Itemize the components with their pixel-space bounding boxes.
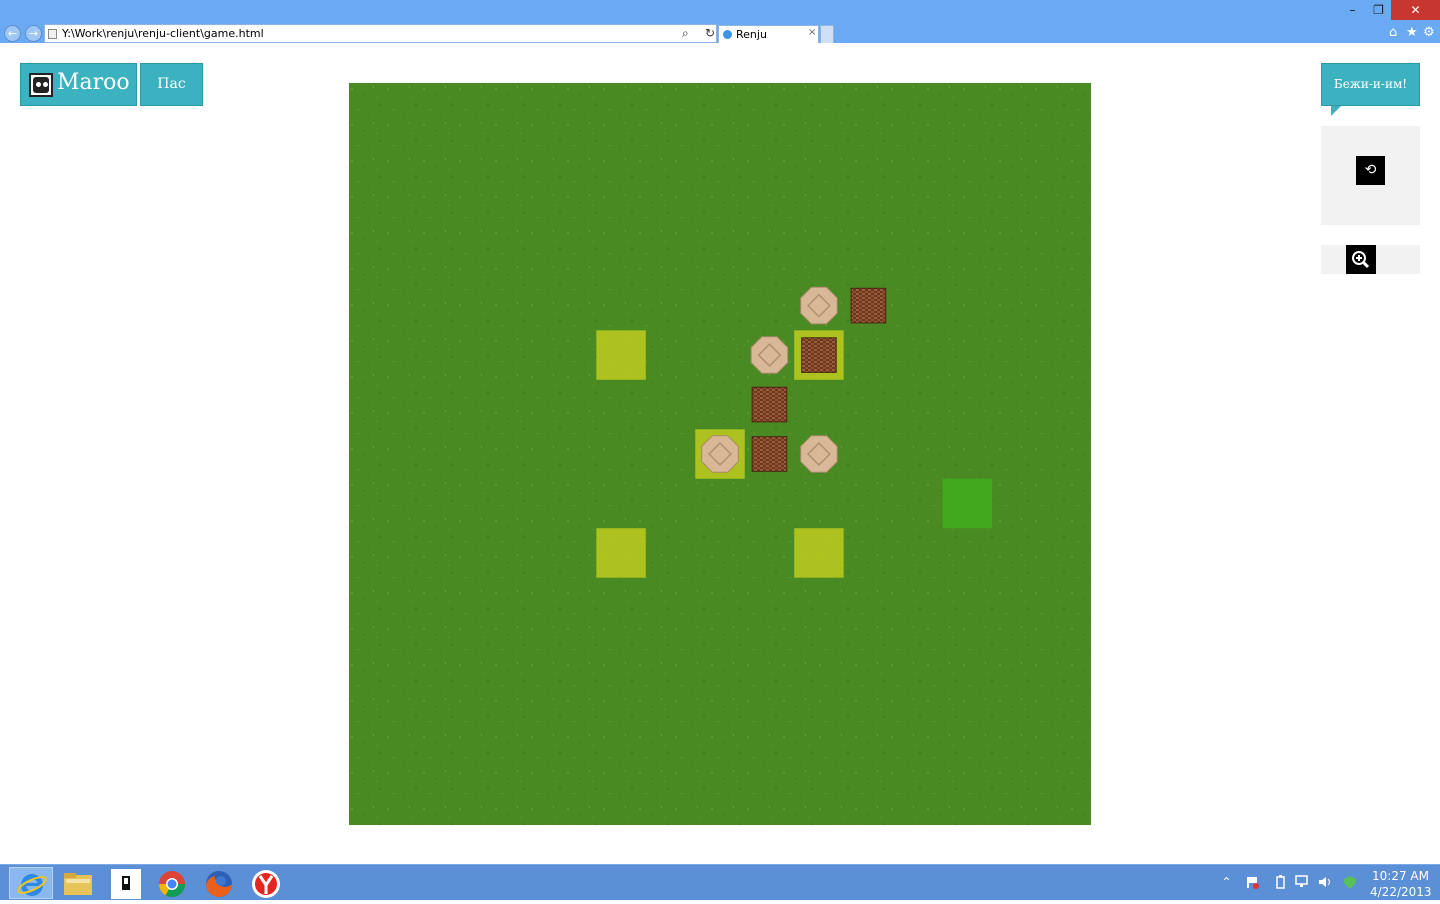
wood-stone (751, 436, 788, 472)
tile-stone (701, 435, 739, 473)
address-url[interactable]: Y:\Work\renju\renju-client\game.html (62, 27, 264, 40)
network-icon[interactable] (1295, 875, 1308, 889)
player-button[interactable]: Maroo (20, 63, 137, 106)
wood-stone (751, 386, 788, 423)
volume-icon[interactable] (1318, 875, 1331, 889)
board-canvas[interactable] (349, 83, 1091, 825)
security-shield-icon[interactable] (1344, 875, 1357, 889)
clock-date[interactable]: 4/22/2013 (1370, 885, 1432, 899)
zoom-in-icon (1352, 251, 1370, 269)
tile-stone (750, 336, 789, 374)
taskbar-firefox-button[interactable] (197, 867, 241, 899)
taskbar-app-button[interactable] (103, 867, 147, 899)
close-window-button[interactable]: ✕ (1391, 0, 1440, 20)
refresh-icon[interactable]: ↻ (705, 26, 715, 40)
back-button[interactable]: ← (4, 25, 21, 42)
board-highlight-yellow[interactable] (596, 330, 646, 380)
tile-stone (800, 435, 838, 473)
forward-button[interactable]: → (25, 25, 42, 42)
opponent-panel: ⟲ (1321, 126, 1420, 225)
firefox-icon (206, 871, 232, 897)
address-bar[interactable]: Y:\Work\renju\renju-client\game.html ⌕ ↻ (44, 24, 717, 43)
app-icon (111, 869, 141, 899)
show-hidden-icons-icon[interactable]: ⌃ (1220, 875, 1233, 889)
wood-stone (801, 337, 837, 373)
board-highlight-yellow[interactable] (794, 528, 844, 578)
battery-icon[interactable] (1274, 875, 1287, 889)
pass-button[interactable]: Пас (140, 63, 203, 106)
clock-time[interactable]: 10:27 AM (1372, 869, 1429, 883)
zoom-panel (1321, 245, 1420, 274)
board-highlight-green[interactable] (942, 478, 993, 529)
internet-explorer-icon (17, 874, 47, 896)
minimize-button[interactable]: – (1340, 0, 1365, 20)
wood-stone (850, 287, 887, 324)
yandex-icon (252, 870, 280, 898)
favorites-star-icon[interactable]: ★ (1406, 25, 1418, 40)
chat-bubble-tail (1331, 106, 1341, 116)
folder-icon (64, 873, 92, 895)
sync-icon[interactable]: ⟲ (1356, 156, 1385, 185)
taskbar-chrome-button[interactable] (150, 867, 194, 899)
page-icon (48, 29, 57, 39)
board-highlight-yellow[interactable] (596, 528, 646, 578)
forward-arrow-icon: → (28, 27, 39, 40)
taskbar-explorer-button[interactable] (56, 867, 100, 899)
panda-avatar-icon (29, 73, 53, 97)
home-icon[interactable]: ⌂ (1389, 25, 1397, 40)
taskbar-ie-button[interactable] (9, 867, 53, 899)
search-icon[interactable]: ⌕ (682, 26, 689, 41)
ie-favicon-icon (723, 30, 732, 39)
chat-bubble: Бежи-и-им! (1321, 63, 1420, 106)
tab-close-icon[interactable]: × (808, 27, 816, 38)
zoom-in-button[interactable] (1346, 245, 1376, 274)
tab-renju[interactable]: Renju × (718, 25, 819, 43)
gear-icon[interactable]: ⚙ (1423, 25, 1435, 40)
taskbar-yandex-button[interactable] (244, 867, 288, 899)
new-tab-button[interactable] (820, 25, 834, 43)
tile-stone (800, 286, 838, 325)
taskbar: ⌃ 10:27 AM 4/22/2013 (0, 864, 1440, 900)
browser-chrome: ← → Y:\Work\renju\renju-client\game.html… (0, 0, 1440, 43)
game-board[interactable] (349, 83, 1091, 825)
tab-title: Renju (736, 28, 767, 41)
action-center-flag-icon[interactable] (1246, 875, 1259, 889)
player-name: Maroo (57, 70, 130, 95)
back-arrow-icon: ← (7, 27, 18, 40)
maximize-button[interactable]: ❐ (1366, 0, 1391, 20)
chrome-icon (158, 871, 186, 898)
